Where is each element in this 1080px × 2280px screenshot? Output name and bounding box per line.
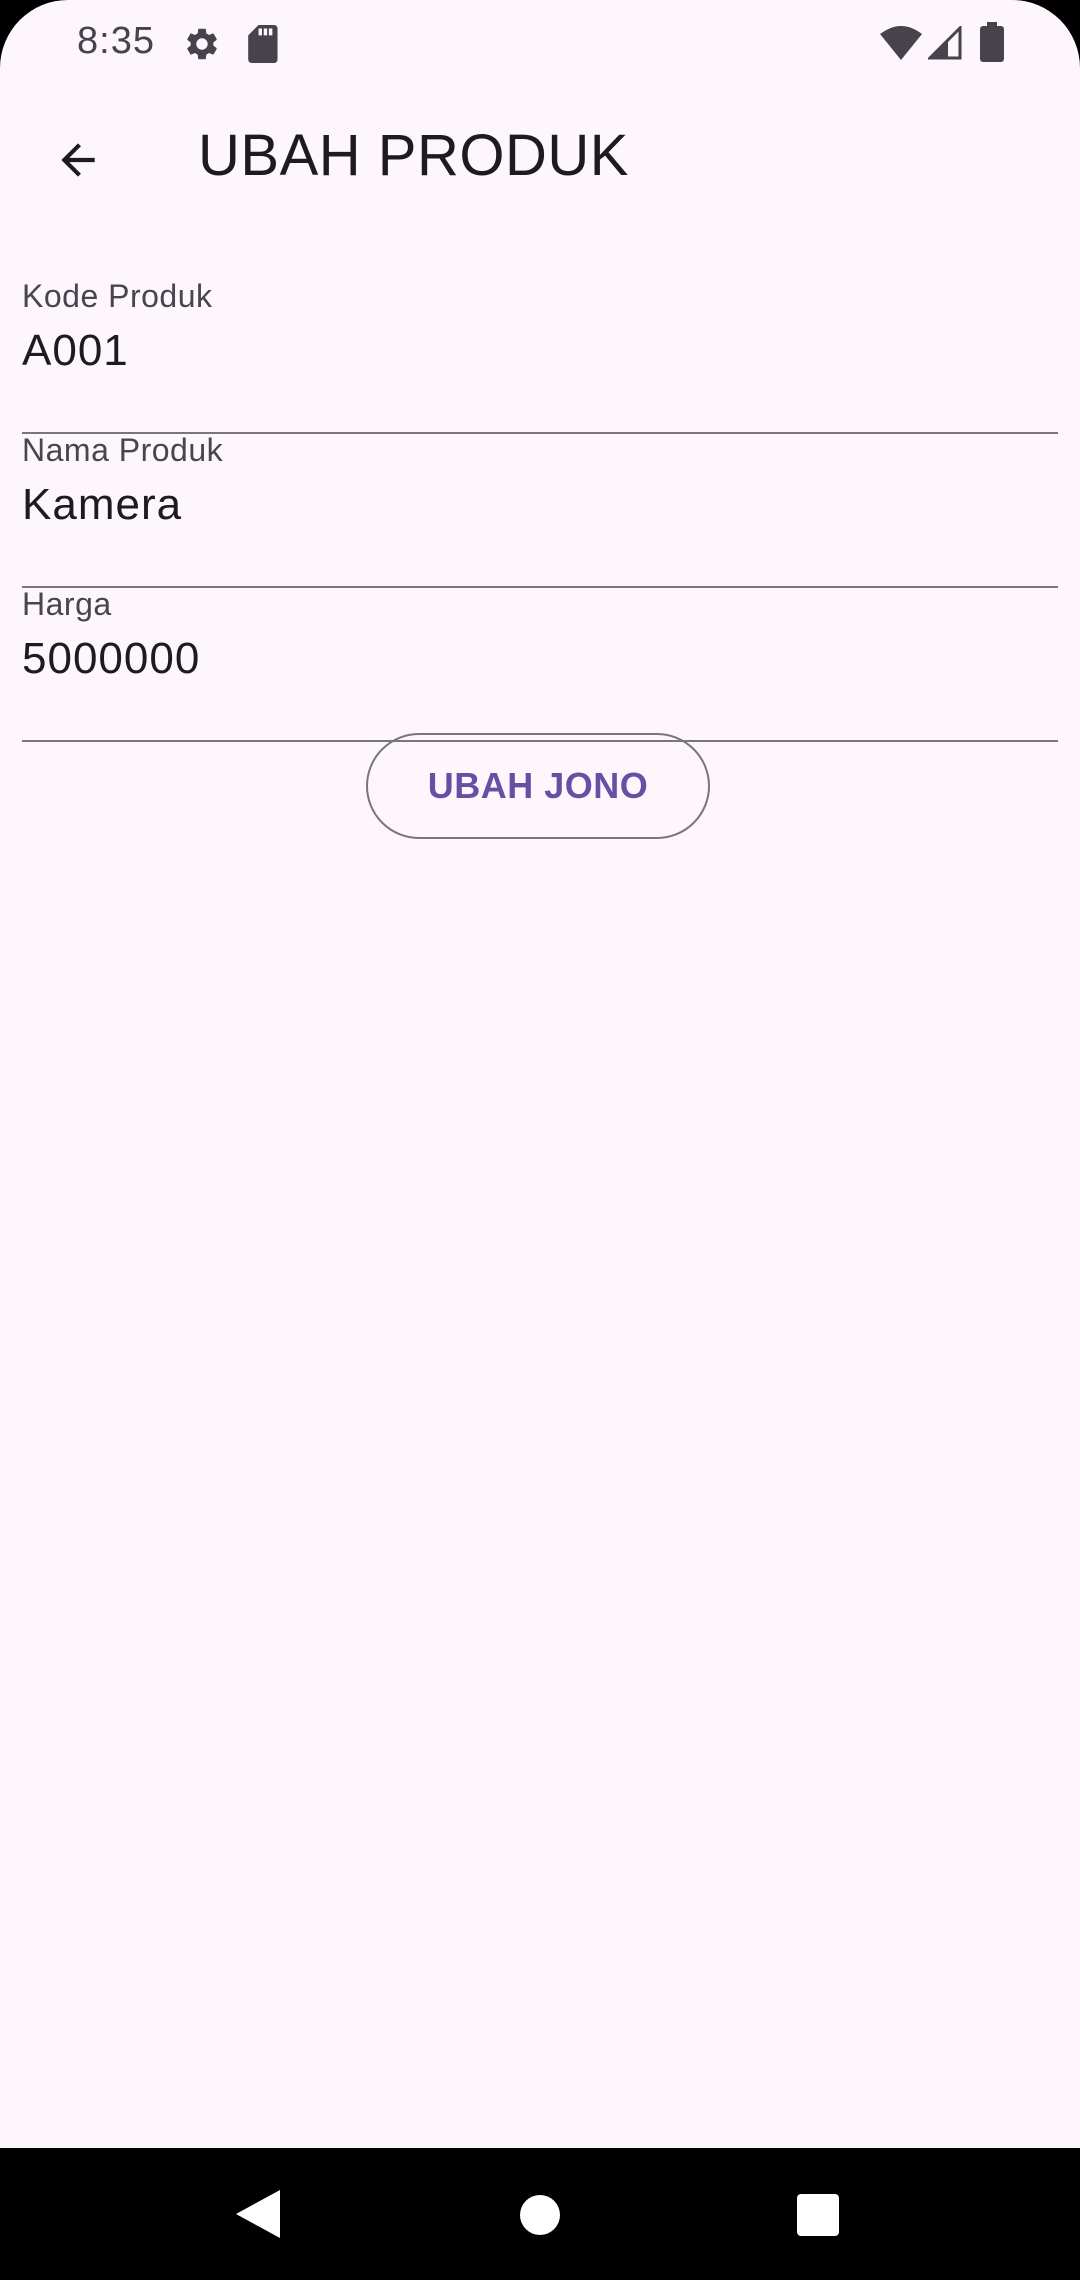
back-triangle-icon[interactable] (236, 2190, 280, 2243)
wifi-icon (880, 26, 922, 65)
kode-produk-field[interactable]: Kode Produk (22, 278, 1058, 434)
status-time: 8:35 (77, 20, 155, 62)
back-button[interactable] (38, 122, 118, 202)
harga-label: Harga (22, 586, 112, 622)
app-bar: UBAH PRODUK (0, 88, 1080, 228)
navigation-bar (0, 2148, 1080, 2280)
page-title: UBAH PRODUK (198, 123, 629, 188)
sd-card-icon (245, 25, 279, 68)
app-screen: 8:35 UBAH PRODUK Kode Produk Nama Pr (0, 0, 1080, 2148)
settings-icon (183, 25, 221, 68)
ubah-button[interactable]: UBAH JONO (366, 733, 710, 839)
battery-icon (980, 22, 1004, 67)
arrow-back-icon (53, 135, 103, 190)
home-circle-icon[interactable] (519, 2194, 561, 2241)
signal-icon (926, 24, 962, 65)
status-bar: 8:35 (0, 0, 1080, 88)
nama-produk-field[interactable]: Nama Produk (22, 432, 1058, 588)
nama-produk-input[interactable] (22, 480, 1058, 530)
kode-produk-label: Kode Produk (22, 278, 213, 314)
kode-produk-input[interactable] (22, 326, 1058, 376)
nama-produk-label: Nama Produk (22, 432, 224, 468)
recents-square-icon[interactable] (797, 2194, 839, 2241)
harga-input[interactable] (22, 634, 1058, 684)
harga-field[interactable]: Harga (22, 586, 1058, 742)
